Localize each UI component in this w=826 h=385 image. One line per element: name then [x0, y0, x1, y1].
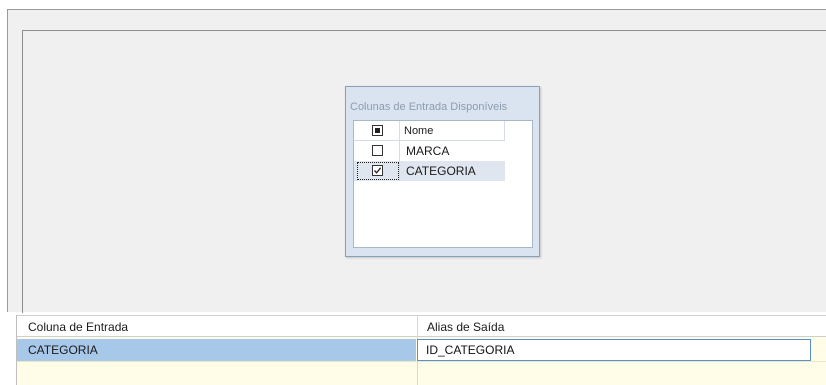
input-column-name: MARCA — [406, 144, 450, 158]
column-mapping-grid[interactable]: Coluna de Entrada Alias de Saída CATEGOR… — [16, 315, 826, 385]
input-columns-header: Nome — [354, 121, 505, 141]
input-column-value[interactable]: CATEGORIA — [28, 343, 98, 357]
checkmark-icon — [374, 167, 382, 174]
output-alias-input[interactable] — [417, 339, 811, 361]
select-all-checkbox[interactable] — [372, 125, 383, 136]
input-column-name: CATEGORIA — [406, 164, 476, 178]
marca-checkbox[interactable] — [372, 145, 383, 156]
checkbox-cell[interactable] — [354, 141, 400, 161]
categoria-checkbox[interactable] — [372, 165, 383, 176]
header-output-alias[interactable]: Alias de Saída — [427, 320, 504, 334]
select-all-cell[interactable] — [354, 121, 400, 141]
available-input-columns-title: Colunas de Entrada Disponíveis — [350, 101, 508, 113]
name-column-header: Nome — [404, 125, 434, 137]
checkbox-cell[interactable] — [354, 161, 400, 181]
mapping-grid-header: Coluna de Entrada Alias de Saída — [17, 315, 826, 337]
input-column-row-categoria[interactable]: CATEGORIA — [354, 161, 505, 181]
input-columns-list[interactable]: Nome MARCA CATEGORIA — [353, 120, 533, 248]
header-divider — [504, 121, 505, 141]
header-input-column[interactable]: Coluna de Entrada — [28, 320, 128, 334]
input-column-row-marca[interactable]: MARCA — [354, 141, 505, 161]
available-input-columns-box[interactable]: Colunas de Entrada Disponíveis Nome MARC… — [345, 86, 540, 257]
row-divider — [17, 361, 826, 362]
table-row[interactable]: CATEGORIA — [17, 339, 826, 361]
